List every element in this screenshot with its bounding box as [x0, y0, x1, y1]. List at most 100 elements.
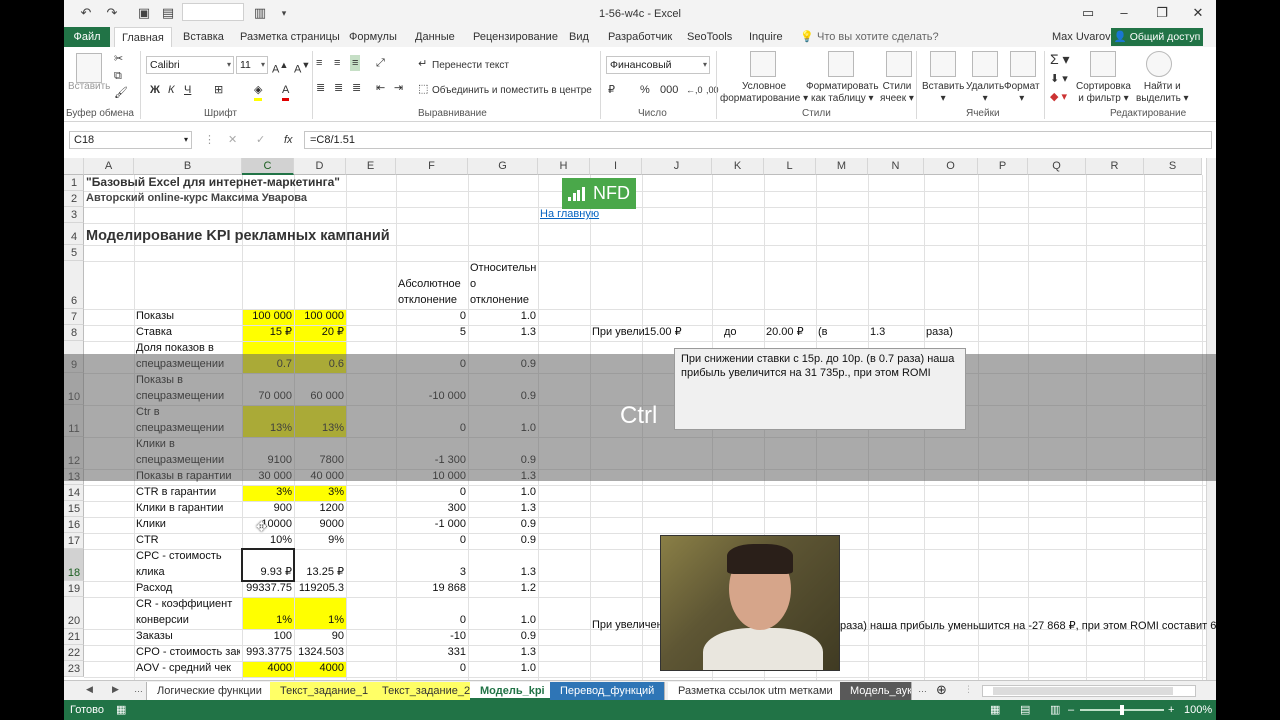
fill-icon[interactable]: ⬇ ▾ [1050, 71, 1068, 87]
page-layout-view-icon[interactable]: ▤ [1020, 700, 1030, 720]
minimize-icon[interactable]: – [1114, 5, 1134, 21]
align-bottom-icon[interactable]: ≡ [350, 55, 361, 71]
zoom-slider[interactable] [1080, 705, 1164, 715]
percent-icon[interactable]: % [640, 82, 650, 98]
sheet-tab-logic[interactable]: Логические функции [146, 682, 273, 700]
delete-cells-button[interactable]: Удалить ▾ [966, 81, 1004, 105]
zoom-in-icon[interactable]: + [1168, 700, 1174, 720]
font-size-select[interactable]: 11 ▾ [236, 56, 268, 74]
select-all-corner[interactable] [64, 158, 84, 175]
sort-filter-icon[interactable] [1090, 51, 1116, 77]
tab-page-layout[interactable]: Разметка страницы [233, 27, 347, 47]
decrease-indent-icon[interactable]: ⇤ [376, 80, 385, 96]
tab-formulas[interactable]: Формулы [342, 27, 404, 47]
tell-me-search[interactable]: Что вы хотите сделать? [810, 27, 946, 47]
autosum-icon[interactable]: Σ ▾ [1050, 51, 1070, 67]
normal-view-icon[interactable]: ▦ [990, 700, 1000, 720]
column-header-f[interactable]: F [396, 158, 468, 175]
find-select-icon[interactable] [1146, 51, 1172, 77]
user-name[interactable]: Max Uvarov [1052, 31, 1111, 43]
increase-font-icon[interactable]: A▲ [272, 57, 288, 78]
column-header-k[interactable]: K [712, 158, 764, 175]
currency-icon[interactable]: ₽ [608, 82, 615, 98]
row-header-8[interactable]: 8 [64, 325, 84, 341]
row-header-4[interactable]: 4 [64, 223, 84, 245]
row-header-22[interactable]: 22 [64, 645, 84, 661]
delete-cells-icon[interactable] [972, 51, 998, 77]
cell-styles-icon[interactable] [886, 51, 912, 77]
column-header-m[interactable]: M [816, 158, 868, 175]
clear-icon[interactable]: ◆ ▾ [1050, 89, 1067, 105]
increase-decimal-icon[interactable]: ←,0 [686, 82, 703, 98]
column-header-e[interactable]: E [346, 158, 396, 175]
row-header-20[interactable]: 20 [64, 597, 84, 629]
column-header-n[interactable]: N [868, 158, 924, 175]
zoom-slider-thumb[interactable] [1120, 705, 1124, 715]
fill-color-icon[interactable]: ◈ [254, 82, 263, 101]
orientation-icon[interactable]: ⤢ [376, 55, 385, 71]
tab-seotools[interactable]: SeoTools [680, 27, 739, 47]
wrap-text-button[interactable]: Перенести текст [432, 60, 509, 72]
merge-center-button[interactable]: Объединить и поместить в центре [432, 85, 592, 97]
tab-home[interactable]: Главная [114, 27, 172, 48]
row-header-6[interactable]: 6 [64, 261, 84, 309]
align-middle-icon[interactable]: ≡ [334, 55, 340, 71]
copy-icon[interactable]: ⧉ [114, 68, 122, 84]
column-header-d[interactable]: D [294, 158, 346, 175]
bold-icon[interactable]: Ж [150, 82, 160, 98]
confirm-formula-icon[interactable]: ✓ [256, 132, 265, 148]
number-format-select[interactable]: Финансовый ▾ [606, 56, 710, 74]
row-header-7[interactable]: 7 [64, 309, 84, 325]
merge-icon[interactable]: ⬚ [418, 81, 428, 97]
add-sheet-icon[interactable]: ⊕ [936, 682, 947, 698]
column-header-j[interactable]: J [642, 158, 712, 175]
tab-view[interactable]: Вид [562, 27, 596, 47]
format-table-button[interactable]: Форматировать как таблицу ▾ [806, 81, 879, 105]
tab-insert[interactable]: Вставка [176, 27, 231, 47]
sheet-tab-translate[interactable]: Перевод_функций [550, 682, 666, 700]
row-header-3[interactable]: 3 [64, 207, 84, 223]
conditional-format-button[interactable]: Условное форматирование ▾ [720, 81, 808, 105]
share-button[interactable]: 👤 Общий доступ [1111, 28, 1203, 46]
tab-data[interactable]: Данные [408, 27, 462, 47]
tab-inquire[interactable]: Inquire [742, 27, 790, 47]
sheet-tab-model-kpi[interactable]: Модель_kpi [470, 682, 556, 700]
decrease-font-icon[interactable]: A▼ [294, 57, 310, 78]
close-icon[interactable]: ✕ [1188, 5, 1208, 21]
selected-cell[interactable] [241, 548, 295, 582]
row-header-23[interactable]: 23 [64, 661, 84, 677]
cell-styles-button[interactable]: Стили ячеек ▾ [880, 81, 914, 105]
underline-icon[interactable]: Ч [184, 82, 191, 98]
tab-file[interactable]: Файл [64, 27, 110, 47]
macro-record-icon[interactable]: ▦ [116, 700, 126, 720]
zoom-out-icon[interactable]: – [1068, 700, 1074, 720]
row-header-5[interactable]: 5 [64, 245, 84, 261]
maximize-icon[interactable]: ❐ [1152, 5, 1172, 21]
align-left-icon[interactable]: ≣ [316, 80, 325, 96]
paste-button[interactable]: Вставить [68, 81, 110, 93]
sheet-tab-text-1[interactable]: Текст_задание_1 [270, 682, 380, 700]
wrap-text-icon[interactable]: ↵ [418, 56, 427, 72]
ribbon-display-icon[interactable]: ▭ [1078, 5, 1098, 21]
thousands-icon[interactable]: 000 [660, 82, 678, 98]
column-header-g[interactable]: G [468, 158, 538, 175]
row-header-14[interactable]: 14 [64, 485, 84, 501]
column-header-a[interactable]: A [84, 158, 134, 175]
zoom-level[interactable]: 100% [1184, 700, 1212, 720]
sort-filter-button[interactable]: Сортировка и фильтр ▾ [1076, 81, 1131, 105]
next-sheet-icon[interactable]: ▶ [112, 684, 119, 695]
sheet-tab-auction[interactable]: Модель_аук [840, 682, 912, 700]
row-header-18[interactable]: 18 [64, 549, 84, 581]
column-header-i[interactable]: I [590, 158, 642, 175]
row-header-16[interactable]: 16 [64, 517, 84, 533]
tab-developer[interactable]: Разработчик [601, 27, 679, 47]
align-right-icon[interactable]: ≣ [352, 80, 361, 96]
prev-sheet-icon[interactable]: ◀ [86, 684, 93, 695]
row-header-15[interactable]: 15 [64, 501, 84, 517]
paste-icon[interactable] [76, 53, 102, 83]
more-sheets-left-icon[interactable]: … [134, 684, 143, 694]
row-header-19[interactable]: 19 [64, 581, 84, 597]
column-header-b[interactable]: B [134, 158, 242, 175]
insert-cells-icon[interactable] [930, 51, 956, 77]
insert-cells-button[interactable]: Вставить ▾ [922, 81, 964, 105]
